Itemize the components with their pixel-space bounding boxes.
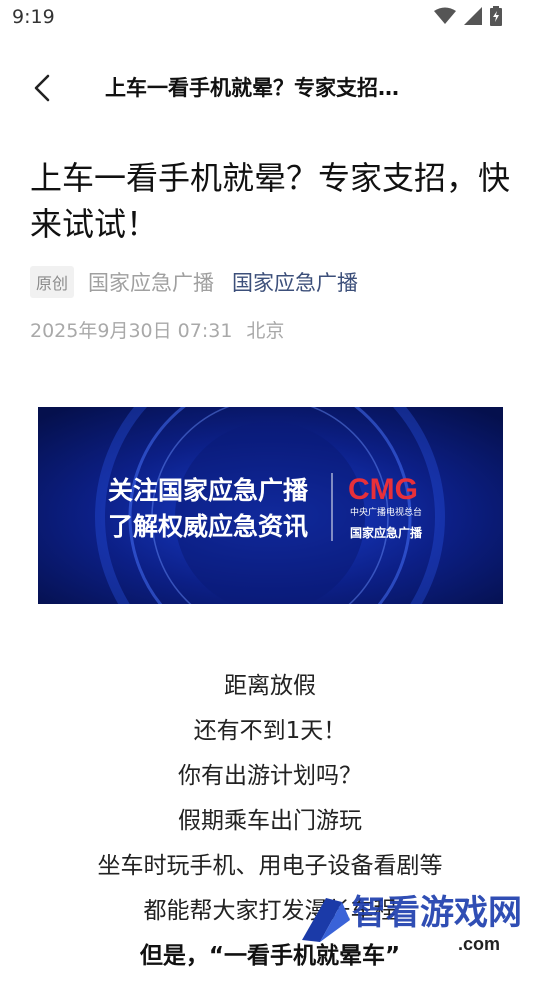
body-line: 假期乘车出门游玩 xyxy=(178,808,362,834)
banner-line-2: 了解权威应急资讯 xyxy=(108,512,308,541)
site-watermark: 智看游戏网 .com xyxy=(302,894,522,954)
body-line: 你有出游计划吗？ xyxy=(178,763,362,789)
publish-date: 2025年9月30日 07:31 xyxy=(30,320,233,342)
watermark-text: 智看游戏网 xyxy=(352,894,522,932)
body-line: 距离放假 xyxy=(224,673,316,699)
back-arrow-icon[interactable] xyxy=(26,70,62,106)
signal-icon xyxy=(464,7,482,25)
watermark-url: .com xyxy=(458,934,500,954)
account-link[interactable]: 国家应急广播 xyxy=(232,267,358,297)
cmg-logo: CMG xyxy=(348,473,418,506)
article-meta: 原创 国家应急广播 国家应急广播 xyxy=(30,266,358,298)
promo-banner-image: 关注国家应急广播 了解权威应急资讯 CMG 中央广播电视总台 国家应急广播 xyxy=(38,407,503,604)
status-bar: 9:19 xyxy=(0,0,540,36)
banner-line-1: 关注国家应急广播 xyxy=(108,476,309,505)
wifi-icon xyxy=(434,7,456,24)
banner-brand-tag: 国家应急广播 xyxy=(350,525,423,540)
status-time: 9:19 xyxy=(12,6,55,28)
original-badge: 原创 xyxy=(30,266,75,298)
status-icons xyxy=(434,6,502,26)
cmg-subtitle: 中央广播电视总台 xyxy=(350,506,422,517)
body-line: 还有不到1天！ xyxy=(193,718,347,744)
article-title: 上车一看手机就晕？专家支招，快来试试！ xyxy=(30,159,511,243)
top-nav-bar: 上车一看手机就晕？专家支招… xyxy=(0,60,540,116)
nav-title: 上车一看手机就晕？专家支招… xyxy=(105,76,399,100)
publish-location: 北京 xyxy=(246,320,285,342)
publish-info: 2025年9月30日 07:31 北京 xyxy=(30,316,284,343)
battery-icon xyxy=(490,6,502,26)
author-name: 国家应急广播 xyxy=(88,271,215,295)
